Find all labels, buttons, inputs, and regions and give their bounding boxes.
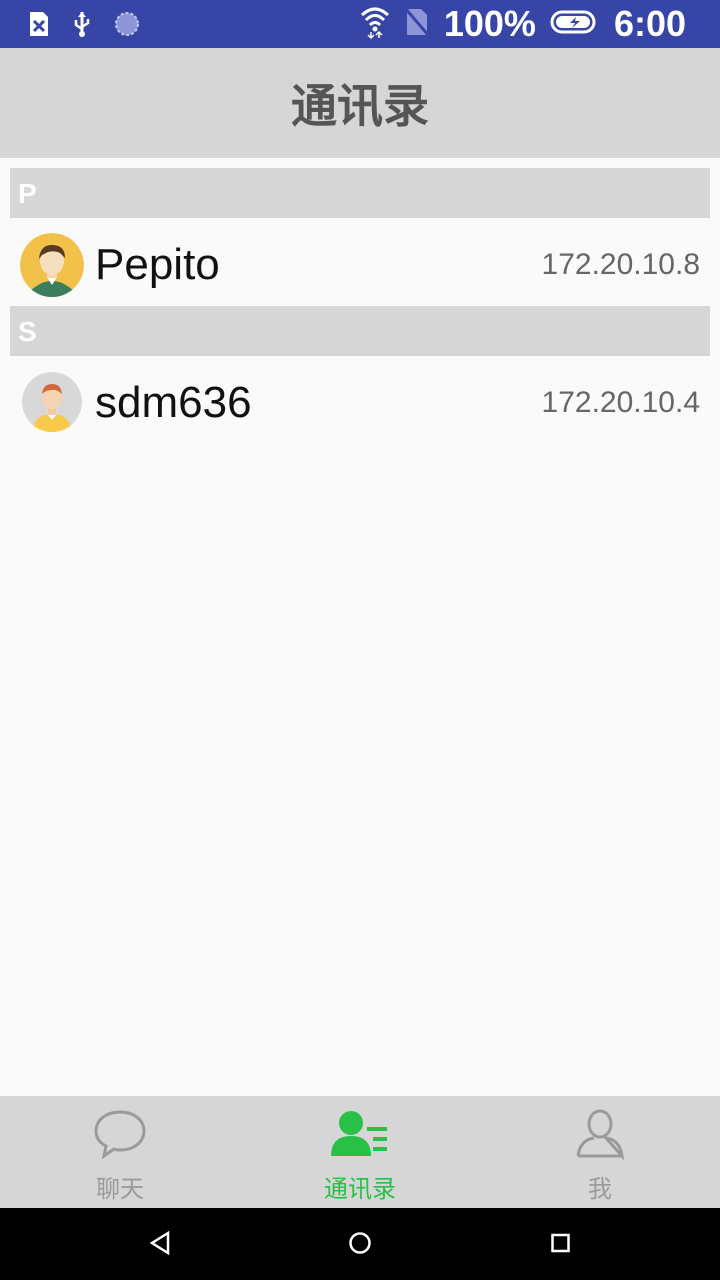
usb-icon <box>72 10 92 43</box>
tab-label: 通讯录 <box>324 1175 396 1203</box>
status-bar: 100% 6:00 <box>0 0 720 48</box>
profile-icon <box>574 1108 626 1165</box>
back-icon[interactable] <box>148 1230 172 1261</box>
contact-row-sdm636[interactable]: sdm636 172.20.10.4 <box>10 358 710 446</box>
clock: 6:00 <box>613 3 686 44</box>
recents-icon[interactable] <box>549 1230 573 1261</box>
no-sim-icon <box>403 6 430 42</box>
sync-icon <box>114 11 140 42</box>
battery-icon <box>550 9 600 40</box>
chat-bubble-icon <box>92 1108 148 1165</box>
wifi-icon <box>360 5 390 44</box>
tab-me[interactable]: 我 <box>480 1096 720 1208</box>
status-bar-left <box>28 10 140 43</box>
home-icon[interactable] <box>348 1230 372 1261</box>
contact-name: sdm636 <box>95 378 252 427</box>
tab-label: 我 <box>588 1175 612 1203</box>
tab-label: 聊天 <box>96 1175 144 1203</box>
contacts-icon <box>329 1108 391 1165</box>
section-header-p: P <box>10 168 710 218</box>
system-nav-bar <box>0 1208 720 1280</box>
bottom-tab-bar: 聊天 通讯录 我 <box>0 1096 720 1208</box>
status-bar-right: 100% 6:00 <box>360 0 686 48</box>
tab-chat[interactable]: 聊天 <box>0 1096 240 1208</box>
battery-percent: 100% <box>443 3 536 44</box>
avatar-man-icon <box>20 233 84 297</box>
tab-contacts[interactable]: 通讯录 <box>240 1096 480 1208</box>
avatar-boy-icon <box>22 372 82 432</box>
section-letter: P <box>18 178 37 209</box>
contact-ip: 172.20.10.4 <box>541 386 700 419</box>
contact-row-pepito[interactable]: Pepito 172.20.10.8 <box>10 220 710 308</box>
contact-ip: 172.20.10.8 <box>541 248 700 281</box>
section-header-s: S <box>10 306 710 356</box>
app-header: 通讯录 <box>0 48 720 158</box>
page-title: 通讯录 <box>291 79 429 133</box>
section-letter: S <box>18 316 37 347</box>
contact-name: Pepito <box>95 240 220 289</box>
sim-error-icon <box>28 10 50 43</box>
